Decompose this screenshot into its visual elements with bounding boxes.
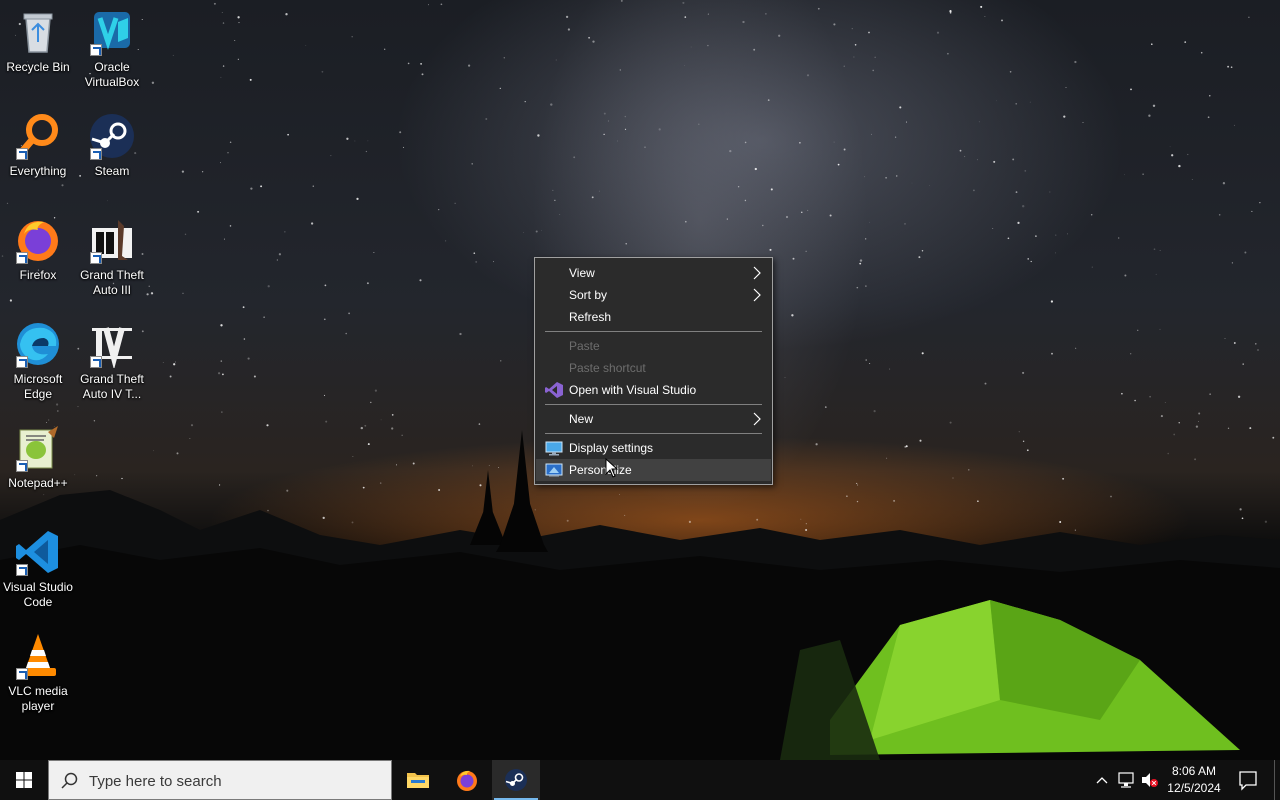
volume-tray-button[interactable]	[1140, 760, 1160, 800]
menu-item-label: View	[569, 266, 595, 280]
desktop-icon-label: Notepad++	[8, 476, 68, 490]
menu-separator	[545, 433, 762, 434]
search-icon	[61, 772, 78, 789]
gta3-icon	[88, 216, 136, 264]
taskbar-search-box[interactable]: Type here to search	[48, 760, 392, 800]
chevron-right-icon	[753, 266, 761, 280]
menu-item-label: Refresh	[569, 310, 612, 324]
menu-item-view[interactable]: View	[536, 262, 771, 284]
chevron-up-icon	[1096, 777, 1108, 784]
show-desktop-button[interactable]	[1274, 760, 1280, 800]
personalize-icon	[545, 463, 563, 477]
visual-studio-icon	[545, 382, 563, 398]
steam-icon	[505, 769, 527, 791]
desktop-icon-label: Everything	[9, 164, 67, 178]
menu-item-display-settings[interactable]: Display settings	[536, 437, 771, 459]
start-button[interactable]	[0, 760, 48, 800]
menu-item-personalize[interactable]: Personalize	[536, 459, 771, 481]
desktop-icon-label: Grand Theft Auto IV T...	[80, 372, 144, 401]
taskbar-firefox[interactable]	[443, 760, 491, 800]
menu-separator	[545, 404, 762, 405]
menu-item-label: Open with Visual Studio	[569, 383, 697, 397]
steam-icon	[88, 112, 136, 160]
desktop-icon-vscode[interactable]: Visual Studio Code	[0, 528, 76, 610]
vscode-icon	[14, 528, 62, 576]
taskbar-clock[interactable]: 8:06 AM 12/5/2024	[1160, 760, 1228, 800]
shortcut-arrow-icon	[90, 252, 102, 264]
desktop-icon-label: VLC media player	[8, 684, 68, 713]
file-explorer-icon	[407, 773, 429, 788]
shortcut-arrow-icon	[16, 564, 28, 576]
search-placeholder: Type here to search	[89, 773, 222, 790]
taskbar-steam[interactable]	[492, 760, 540, 800]
shortcut-arrow-icon	[90, 148, 102, 160]
desktop-icon-label: Recycle Bin	[6, 60, 70, 74]
action-center-button[interactable]	[1232, 760, 1264, 800]
desktop-icon-gta4[interactable]: Grand Theft Auto IV T...	[74, 320, 150, 402]
desktop-icon-label: Steam	[94, 164, 130, 178]
taskbar: Type here to search 8:06 AM 12/5/2024	[0, 760, 1280, 800]
network-icon	[1118, 772, 1134, 788]
desktop-icon-steam[interactable]: Steam	[74, 112, 150, 179]
desktop-icon-microsoft-edge[interactable]: Microsoft Edge	[0, 320, 76, 402]
menu-item-paste: Paste	[536, 335, 771, 357]
firefox-icon	[14, 216, 62, 264]
menu-item-label: Display settings	[569, 441, 654, 455]
menu-item-new[interactable]: New	[536, 408, 771, 430]
firefox-icon	[457, 770, 477, 791]
notepadpp-icon	[14, 424, 62, 472]
menu-item-label: Paste shortcut	[569, 361, 646, 375]
shortcut-arrow-icon	[90, 44, 102, 56]
desktop-context-menu: View Sort by Refresh Paste Paste shortcu…	[534, 257, 773, 485]
desktop-icon-label: Oracle VirtualBox	[84, 60, 140, 89]
clock-time: 8:06 AM	[1171, 764, 1217, 778]
chevron-right-icon	[753, 288, 761, 302]
desktop-icon-firefox[interactable]: Firefox	[0, 216, 76, 283]
shortcut-arrow-icon	[16, 252, 28, 264]
show-hidden-icons-button[interactable]	[1092, 760, 1112, 800]
menu-item-open-with-visual-studio[interactable]: Open with Visual Studio	[536, 379, 771, 401]
mouse-cursor-icon	[605, 458, 619, 478]
desktop-icon-label: Microsoft Edge	[13, 372, 63, 401]
shortcut-arrow-icon	[16, 148, 28, 160]
desktop-icon-everything[interactable]: Everything	[0, 112, 76, 179]
shortcut-arrow-icon	[16, 356, 28, 368]
display-icon	[545, 441, 563, 456]
desktop-icon-label: Firefox	[19, 268, 57, 282]
menu-item-label: Sort by	[569, 288, 608, 302]
menu-item-label: Personalize	[569, 463, 632, 477]
menu-separator	[545, 331, 762, 332]
desktop-icon-gta3[interactable]: Grand Theft Auto III	[74, 216, 150, 298]
taskbar-file-explorer[interactable]	[394, 760, 442, 800]
shortcut-arrow-icon	[16, 460, 28, 472]
virtualbox-icon	[88, 8, 136, 56]
chevron-right-icon	[753, 412, 761, 426]
menu-item-sort-by[interactable]: Sort by	[536, 284, 771, 306]
desktop-icon-recycle-bin[interactable]: Recycle Bin	[0, 8, 76, 75]
gta4-icon	[88, 320, 136, 370]
everything-search-icon	[14, 112, 62, 160]
menu-item-label: Paste	[569, 339, 600, 353]
menu-item-refresh[interactable]: Refresh	[536, 306, 771, 328]
edge-icon	[14, 320, 62, 368]
vlc-icon	[14, 632, 62, 680]
desktop-icon-oracle-virtualbox[interactable]: Oracle VirtualBox	[74, 8, 150, 90]
desktop-icon-notepadpp[interactable]: Notepad++	[0, 424, 76, 491]
volume-muted-icon	[1142, 773, 1158, 787]
windows-logo-icon	[16, 772, 32, 788]
recycle-bin-icon	[14, 8, 62, 56]
desktop-icon-label: Visual Studio Code	[3, 580, 73, 609]
clock-date: 12/5/2024	[1167, 781, 1221, 795]
shortcut-arrow-icon	[90, 356, 102, 368]
menu-item-label: New	[569, 412, 594, 426]
menu-item-paste-shortcut: Paste shortcut	[536, 357, 771, 379]
desktop-icon-vlc[interactable]: VLC media player	[0, 632, 76, 714]
desktop-icon-label: Grand Theft Auto III	[80, 268, 144, 297]
shortcut-arrow-icon	[16, 668, 28, 680]
notification-icon	[1239, 771, 1257, 791]
network-tray-button[interactable]	[1116, 760, 1138, 800]
